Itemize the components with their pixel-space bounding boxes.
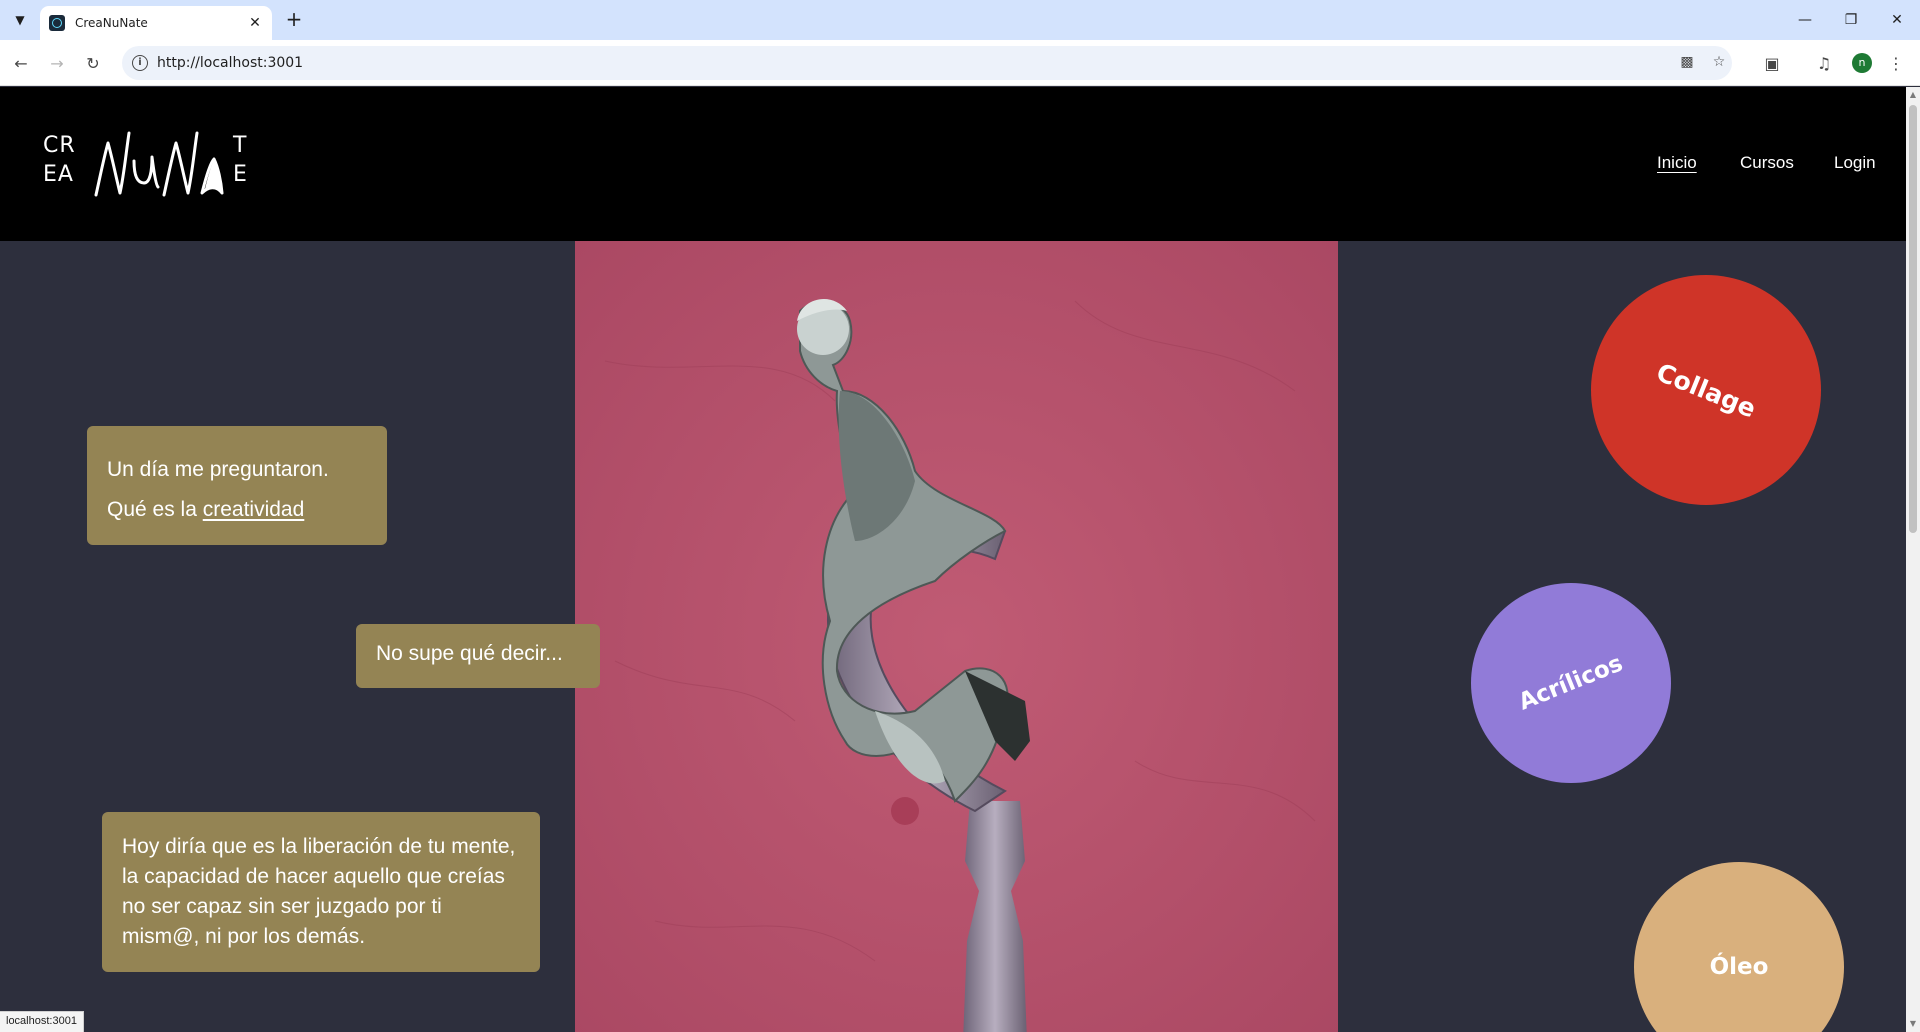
quote-second-line: Qué es la creatividad bbox=[107, 490, 367, 530]
scroll-down-icon[interactable]: ▼ bbox=[1909, 1020, 1917, 1028]
reload-icon[interactable]: ↻ bbox=[81, 51, 105, 75]
new-tab-icon[interactable]: + bbox=[282, 8, 306, 32]
install-app-icon[interactable]: ▩ bbox=[1678, 54, 1696, 72]
minimize-icon[interactable]: — bbox=[1790, 8, 1820, 32]
category-collage-label: Collage bbox=[1652, 357, 1760, 423]
close-tab-icon[interactable]: ✕ bbox=[246, 15, 264, 31]
logo-text-e: E bbox=[233, 162, 248, 187]
site-info-icon[interactable]: i bbox=[132, 55, 148, 71]
nav-inicio[interactable]: Inicio bbox=[1657, 153, 1697, 173]
forward-icon[interactable]: → bbox=[45, 51, 69, 75]
address-url[interactable]: http://localhost:3001 bbox=[157, 55, 303, 71]
tab-title: CreaNuNate bbox=[75, 16, 148, 30]
extensions-icon[interactable]: ▣ bbox=[1760, 51, 1784, 75]
back-icon[interactable]: ← bbox=[9, 51, 33, 75]
quote-bubble-answer: No supe qué decir... bbox=[356, 624, 600, 688]
creatividad-link[interactable]: creatividad bbox=[203, 498, 305, 521]
logo-script-nuna-icon bbox=[94, 131, 224, 197]
quote-no-supe: No supe qué decir... bbox=[376, 642, 563, 665]
scrollbar-thumb[interactable] bbox=[1909, 105, 1917, 533]
category-oleo-label: Óleo bbox=[1709, 954, 1769, 980]
site-logo[interactable]: CR EA T E bbox=[43, 127, 263, 217]
close-window-icon[interactable]: ✕ bbox=[1882, 8, 1912, 32]
logo-text-t: T bbox=[233, 133, 248, 158]
browser-tab-strip: ▼ CreaNuNate ✕ + — ❐ ✕ bbox=[0, 0, 1920, 40]
react-favicon-icon bbox=[49, 15, 65, 31]
restore-icon[interactable]: ❐ bbox=[1836, 8, 1866, 32]
logo-text-cr: CR bbox=[43, 133, 76, 158]
menu-kebab-icon[interactable]: ⋮ bbox=[1884, 51, 1908, 75]
tab-search-icon[interactable]: ▼ bbox=[8, 8, 32, 32]
media-controls-icon[interactable]: ♫ bbox=[1812, 51, 1836, 75]
quote-second-prefix: Qué es la bbox=[107, 498, 203, 521]
category-collage-button[interactable]: Collage bbox=[1591, 275, 1821, 505]
address-bar[interactable]: i http://localhost:3001 ▩ ☆ bbox=[122, 46, 1732, 80]
logo-text-ea: EA bbox=[43, 162, 74, 187]
page-scrollbar[interactable]: ▲ ▼ bbox=[1906, 87, 1920, 1032]
quote-first-line: Un día me preguntaron. bbox=[107, 458, 329, 481]
nav-cursos[interactable]: Cursos bbox=[1740, 153, 1794, 173]
category-oleo-button[interactable]: Óleo bbox=[1634, 862, 1844, 1032]
browser-toolbar: ← → ↻ i http://localhost:3001 ▩ ☆ ▣ ♫ n … bbox=[0, 40, 1920, 86]
site-header: CR EA T E Inicio Cursos Login bbox=[0, 87, 1906, 241]
profile-avatar[interactable]: n bbox=[1852, 53, 1872, 73]
category-acrilicos-label: Acrílicos bbox=[1515, 650, 1627, 716]
browser-tab[interactable]: CreaNuNate ✕ bbox=[40, 6, 272, 40]
category-acrilicos-button[interactable]: Acrílicos bbox=[1471, 583, 1671, 783]
quote-bubble-definition: Hoy diría que es la liberación de tu men… bbox=[102, 812, 540, 972]
hero-collage-artwork bbox=[575, 241, 1338, 1032]
quote-bubble-question: Un día me preguntaron. Qué es la creativ… bbox=[87, 426, 387, 545]
nav-login[interactable]: Login bbox=[1834, 153, 1876, 173]
link-status-bar: localhost:3001 bbox=[0, 1011, 84, 1032]
page-viewport: CR EA T E Inicio Cursos Login Un día me … bbox=[0, 87, 1906, 1032]
scroll-up-icon[interactable]: ▲ bbox=[1909, 91, 1917, 99]
quote-definition: Hoy diría que es la liberación de tu men… bbox=[122, 835, 516, 948]
bookmark-star-icon[interactable]: ☆ bbox=[1710, 54, 1728, 72]
